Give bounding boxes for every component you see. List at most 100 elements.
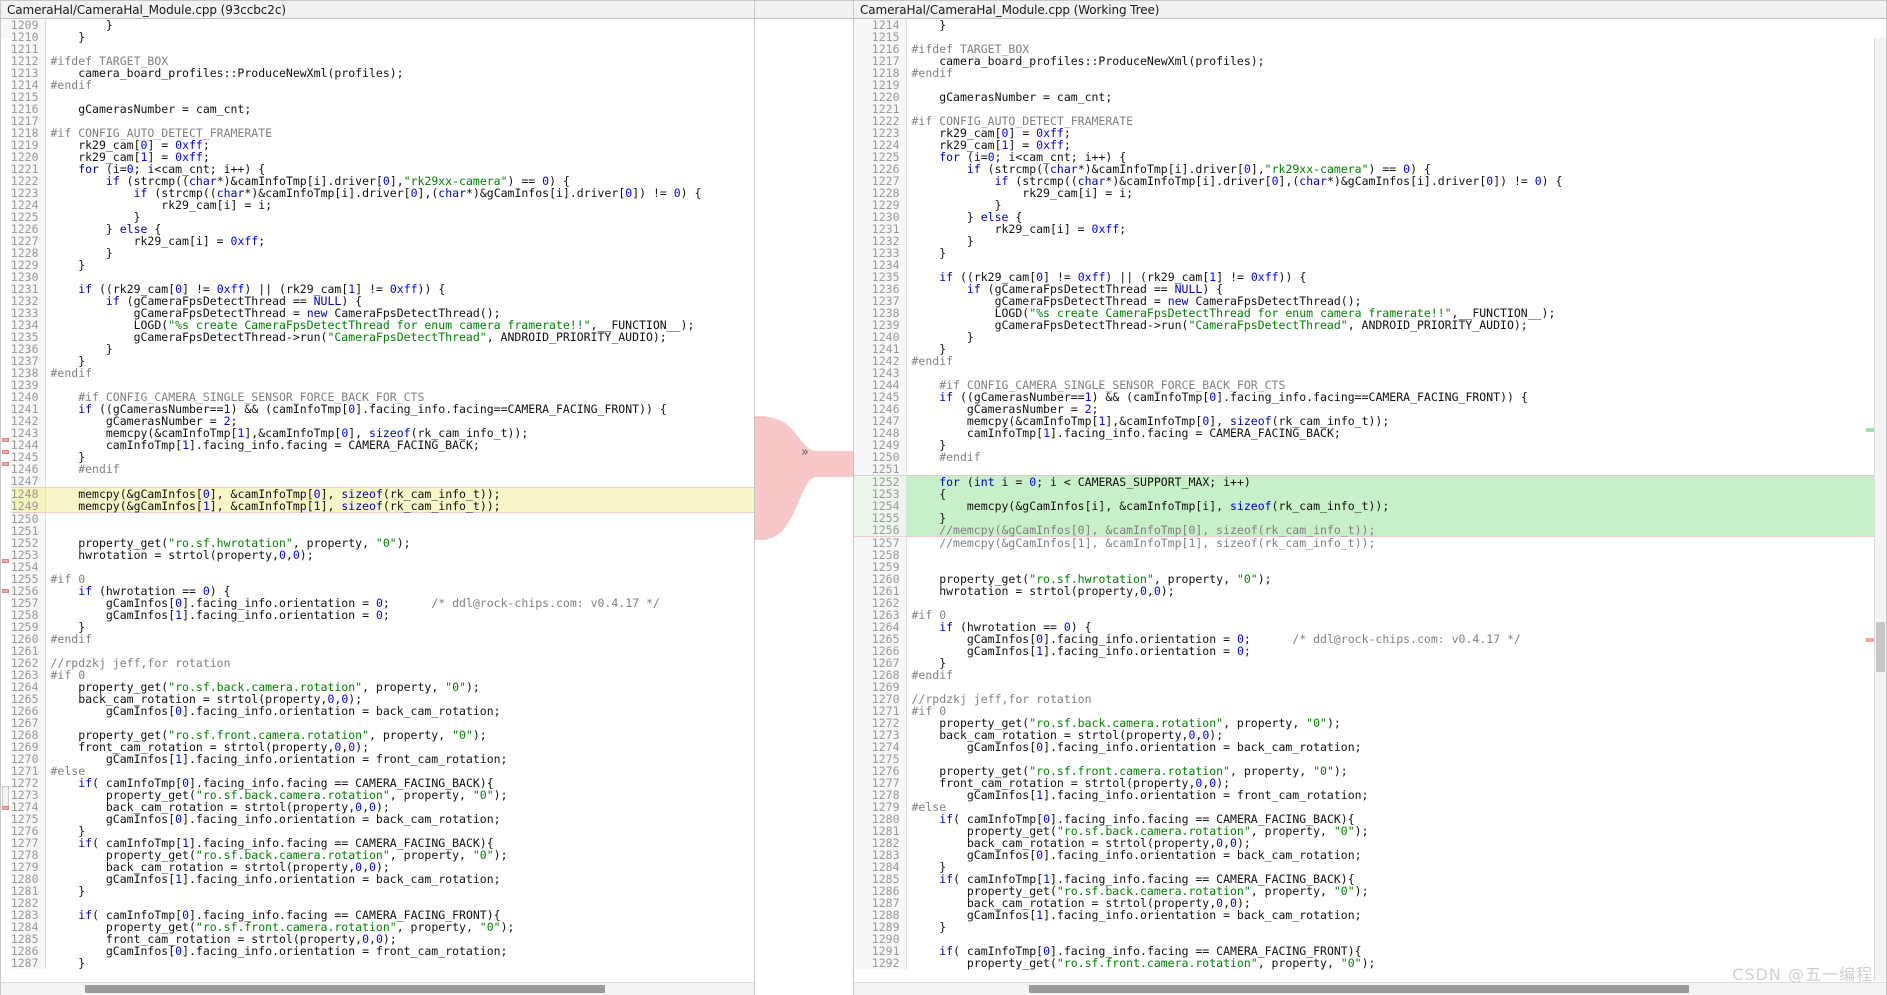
left-code-area[interactable]: 1209 } 1210 } 1211 1212 #ifdef TARGET_BOX 12… <box>0 19 755 995</box>
code-line-text[interactable]: gCamInfos[1].facing_info.orientation = 0… <box>45 609 754 621</box>
code-line-row[interactable]: 1246 #endif <box>1 463 754 475</box>
code-line-text[interactable]: //rpdzkj jeff,for rotation <box>45 657 754 669</box>
code-line-row[interactable]: 1288 gCamInfos[1].facing_info.orientatio… <box>854 909 1886 921</box>
change-marker[interactable] <box>2 438 9 442</box>
change-marker[interactable] <box>2 589 9 593</box>
code-line-text[interactable]: gCamInfos[1].facing_info.orientation = b… <box>906 909 1886 921</box>
code-line-row[interactable]: 1241 } <box>854 343 1886 355</box>
code-line-text[interactable]: gCamInfos[0].facing_info.orientation = b… <box>45 813 754 825</box>
code-line-text[interactable]: gCameraFpsDetectThread->run("CameraFpsDe… <box>45 331 754 343</box>
code-line-row[interactable]: 1210 } <box>1 31 754 43</box>
code-line-text[interactable]: } <box>45 355 754 367</box>
code-line-row[interactable]: 1250 #endif <box>854 451 1886 463</box>
code-line-text[interactable]: #endif <box>45 79 754 91</box>
code-line-text[interactable]: } <box>45 957 754 969</box>
code-line-text[interactable]: #endif <box>45 463 754 475</box>
code-line-row[interactable]: 1249 memcpy(&gCamInfos[1], &camInfoTmp[1… <box>1 500 754 513</box>
code-line-row[interactable]: 1292 property_get("ro.sf.front.camera.ro… <box>854 957 1886 969</box>
code-line-text[interactable]: } <box>45 31 754 43</box>
code-line-text[interactable] <box>45 561 754 573</box>
code-line-text[interactable]: camInfoTmp[1].facing_info.facing = CAMER… <box>45 439 754 451</box>
code-line-row[interactable]: 1249 } <box>854 439 1886 451</box>
code-line-row[interactable]: 1216 gCamerasNumber = cam_cnt; <box>1 103 754 115</box>
code-line-text[interactable] <box>906 463 1886 476</box>
code-line-row[interactable]: 1229 } <box>1 259 754 271</box>
code-line-text[interactable]: rk29_cam[i] = 0xff; <box>906 223 1886 235</box>
code-line-row[interactable]: 1270 gCamInfos[1].facing_info.orientatio… <box>1 753 754 765</box>
change-marker[interactable] <box>2 450 9 454</box>
code-line-row[interactable]: 1233 } <box>854 247 1886 259</box>
code-line-text[interactable]: hwrotation = strtol(property,0,0); <box>906 585 1886 597</box>
change-marker[interactable] <box>2 806 9 810</box>
code-line-text[interactable]: } <box>45 621 754 633</box>
code-line-row[interactable]: 1268 #endif <box>854 669 1886 681</box>
code-line-row[interactable]: 1239 gCameraFpsDetectThread->run("Camera… <box>854 319 1886 331</box>
code-line-text[interactable]: gCamInfos[0].facing_info.orientation = f… <box>45 945 754 957</box>
code-line-text[interactable]: gCamInfos[1].facing_info.orientation = f… <box>45 753 754 765</box>
code-line-row[interactable]: 1274 gCamInfos[0].facing_info.orientatio… <box>854 741 1886 753</box>
code-line-text[interactable]: camera_board_profiles::ProduceNewXml(pro… <box>906 55 1886 67</box>
right-hscroll-thumb[interactable] <box>1029 985 1689 993</box>
code-line-row[interactable]: 1266 gCamInfos[1].facing_info.orientatio… <box>854 645 1886 657</box>
code-line-text[interactable]: } <box>906 331 1886 343</box>
code-line-row[interactable]: 1238 #endif <box>1 367 754 379</box>
code-line-row[interactable]: 1259 } <box>1 621 754 633</box>
code-line-row[interactable]: 1251 <box>854 463 1886 476</box>
change-marker[interactable] <box>2 559 9 563</box>
code-line-row[interactable]: 1240 } <box>854 331 1886 343</box>
code-line-text[interactable]: gCamInfos[1].facing_info.orientation = b… <box>45 873 754 885</box>
code-line-text[interactable]: } <box>906 19 1886 31</box>
code-line-row[interactable]: 1213 camera_board_profiles::ProduceNewXm… <box>1 67 754 79</box>
code-line-row[interactable]: 1227 rk29_cam[i] = 0xff; <box>1 235 754 247</box>
code-line-row[interactable]: 1254 memcpy(&gCamInfos[i], &camInfoTmp[i… <box>854 500 1886 512</box>
code-line-row[interactable]: 1283 gCamInfos[0].facing_info.orientatio… <box>854 849 1886 861</box>
code-line-text[interactable]: #endif <box>45 367 754 379</box>
code-line-text[interactable]: } <box>906 657 1886 669</box>
code-line-text[interactable]: } <box>45 343 754 355</box>
code-line-text[interactable] <box>45 475 754 488</box>
right-vertical-scrollbar[interactable] <box>1874 38 1886 981</box>
code-line-text[interactable]: for (int i = 0; i < CAMERAS_SUPPORT_MAX;… <box>906 475 1886 488</box>
right-change-overview-strip[interactable] <box>1866 38 1874 981</box>
code-line-text[interactable]: #endif <box>906 451 1886 463</box>
code-line-text[interactable]: memcpy(&gCamInfos[1], &camInfoTmp[1], si… <box>45 500 754 513</box>
code-line-text[interactable]: gCameraFpsDetectThread->run("CameraFpsDe… <box>906 319 1886 331</box>
code-line-row[interactable]: 1231 rk29_cam[i] = 0xff; <box>854 223 1886 235</box>
code-line-row[interactable]: 1261 hwrotation = strtol(property,0,0); <box>854 585 1886 597</box>
code-line-row[interactable]: 1218 #endif <box>854 67 1886 79</box>
code-line-row[interactable]: 1242 #endif <box>854 355 1886 367</box>
code-line-text[interactable]: camInfoTmp[1].facing_info.facing = CAMER… <box>906 427 1886 439</box>
code-line-text[interactable]: rk29_cam[i] = 0xff; <box>45 235 754 247</box>
code-line-row[interactable]: 1287 } <box>1 957 754 969</box>
code-line-row[interactable]: 1214 } <box>854 19 1886 31</box>
code-line-row[interactable]: 1262//rpdzkj jeff,for rotation <box>1 657 754 669</box>
change-marker[interactable] <box>2 462 9 466</box>
code-line-text[interactable]: hwrotation = strtol(property,0,0); <box>45 549 754 561</box>
right-horizontal-scrollbar[interactable] <box>854 982 1886 995</box>
code-line-text[interactable]: memcpy(&gCamInfos[i], &camInfoTmp[i], si… <box>906 500 1886 512</box>
right-code-area[interactable]: 1214 } 1215 1216 #ifdef TARGET_BOX 1217 cam… <box>853 19 1887 995</box>
code-line-row[interactable]: 1254 <box>1 561 754 573</box>
code-line-row[interactable]: 1266 gCamInfos[0].facing_info.orientatio… <box>1 705 754 717</box>
code-line-row[interactable]: 1258 gCamInfos[1].facing_info.orientatio… <box>1 609 754 621</box>
code-line-row[interactable]: 1235 gCameraFpsDetectThread->run("Camera… <box>1 331 754 343</box>
code-line-row[interactable]: 1228 } <box>1 247 754 259</box>
code-line-row[interactable]: 1247 <box>1 475 754 488</box>
code-line-text[interactable]: gCamerasNumber = cam_cnt; <box>45 103 754 115</box>
code-line-text[interactable]: //memcpy(&gCamInfos[1], &camInfoTmp[1], … <box>906 537 1886 550</box>
change-overview-mark[interactable] <box>1866 638 1874 642</box>
code-line-text[interactable]: #endif <box>45 633 754 645</box>
code-line-row[interactable]: 1252 for (int i = 0; i < CAMERAS_SUPPORT… <box>854 475 1886 488</box>
code-line-row[interactable]: 1217 camera_board_profiles::ProduceNewXm… <box>854 55 1886 67</box>
left-hscroll-thumb[interactable] <box>85 985 605 993</box>
code-line-text[interactable]: camera_board_profiles::ProduceNewXml(pro… <box>45 67 754 79</box>
code-line-text[interactable]: #endif <box>906 355 1886 367</box>
code-line-text[interactable]: gCamInfos[1].facing_info.orientation = 0… <box>906 645 1886 657</box>
code-line-row[interactable]: 1280 gCamInfos[1].facing_info.orientatio… <box>1 873 754 885</box>
code-line-row[interactable]: 1250 <box>1 512 754 525</box>
code-line-row[interactable]: 1248 camInfoTmp[1].facing_info.facing = … <box>854 427 1886 439</box>
code-line-row[interactable]: 1244 camInfoTmp[1].facing_info.facing = … <box>1 439 754 451</box>
code-line-text[interactable]: } <box>906 247 1886 259</box>
code-line-text[interactable] <box>906 31 1886 43</box>
code-line-text[interactable]: } <box>45 451 754 463</box>
